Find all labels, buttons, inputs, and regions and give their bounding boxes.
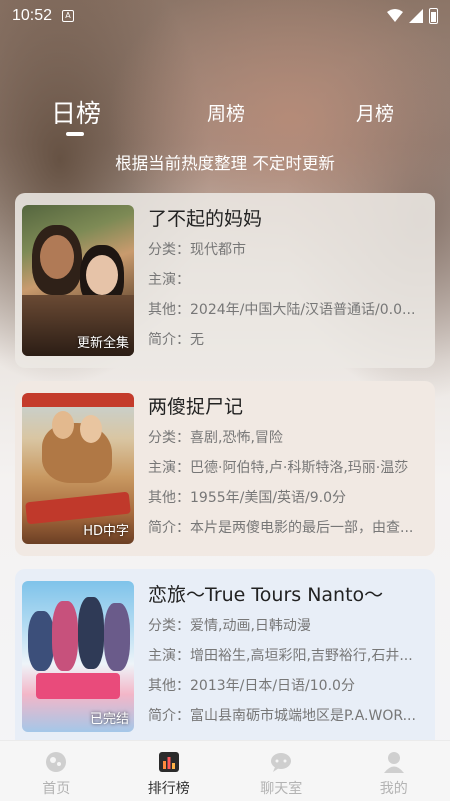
item-intro: 简介：富山县南砺市城端地区是P.A.WOR... xyxy=(148,708,416,724)
notification-icon: A xyxy=(62,10,75,22)
signal-icon xyxy=(409,9,423,23)
nav-profile-label: 我的 xyxy=(379,781,408,797)
poster-face xyxy=(52,411,74,439)
status-bar: 10:52 A xyxy=(0,0,450,32)
wifi-icon xyxy=(387,9,403,22)
poster-character xyxy=(52,601,78,671)
poster-face xyxy=(80,415,102,443)
poster-banner xyxy=(22,393,134,407)
item-other: 其他：2013年/日本/日语/10.0分 xyxy=(148,678,355,694)
nav-profile[interactable]: 我的 xyxy=(338,741,450,801)
poster-face xyxy=(40,235,74,279)
item-category: 分类：爱情,动画,日韩动漫 xyxy=(148,618,311,634)
item-cast: 主演：巴德·阿伯特,卢·科斯特洛,玛丽·温莎 xyxy=(148,460,409,476)
poster-character xyxy=(104,603,130,671)
bottom-nav: 首页 排行榜 聊天室 我的 xyxy=(0,740,450,801)
item-cast: 主演： xyxy=(148,272,190,288)
item-category: 分类：喜剧,恐怖,冒险 xyxy=(148,430,283,446)
quality-badge: HD中字 xyxy=(83,524,129,539)
item-other: 其他：2024年/中国大陆/汉语普通话/0.0... xyxy=(148,302,416,318)
profile-icon xyxy=(383,752,404,773)
poster-image[interactable]: 更新全集 xyxy=(22,205,134,356)
item-title[interactable]: 了不起的妈妈 xyxy=(148,206,428,232)
item-category: 分类：现代都市 xyxy=(148,242,246,258)
nav-ranking[interactable]: 排行榜 xyxy=(113,741,226,801)
status-badge: 已完结 xyxy=(89,712,129,727)
tab-indicator xyxy=(66,132,84,136)
battery-icon xyxy=(429,8,438,24)
chat-icon xyxy=(271,753,292,772)
list-item[interactable]: HD中字 两傻捉尸记 分类：喜剧,恐怖,冒险 主演：巴德·阿伯特,卢·科斯特洛,… xyxy=(15,381,435,556)
item-info: 两傻捉尸记 分类：喜剧,恐怖,冒险 主演：巴德·阿伯特,卢·科斯特洛,玛丽·温莎… xyxy=(148,394,428,540)
item-title[interactable]: 两傻捉尸记 xyxy=(148,394,428,420)
nav-chat[interactable]: 聊天室 xyxy=(225,741,338,801)
home-icon xyxy=(46,752,67,772)
ranking-subtitle: 根据当前热度整理 不定时更新 xyxy=(115,154,335,173)
poster-date-banner xyxy=(36,673,120,699)
list-item[interactable]: 已完结 恋旅～True Tours Nanto～ 分类：爱情,动画,日韩动漫 主… xyxy=(15,569,435,749)
poster-character xyxy=(28,611,54,671)
nav-ranking-label: 排行榜 xyxy=(147,781,190,797)
update-badge: 更新全集 xyxy=(76,336,129,351)
nav-home[interactable]: 首页 xyxy=(0,741,113,801)
item-intro: 简介：无 xyxy=(148,332,204,348)
item-info: 了不起的妈妈 分类：现代都市 主演： 其他：2024年/中国大陆/汉语普通话/0… xyxy=(148,206,428,352)
nav-chat-label: 聊天室 xyxy=(260,781,303,797)
item-info: 恋旅～True Tours Nanto～ 分类：爱情,动画,日韩动漫 主演：增田… xyxy=(148,582,428,728)
poster-image[interactable]: HD中字 xyxy=(22,393,134,544)
tab-monthly[interactable]: 月榜 xyxy=(347,99,403,126)
poster-face xyxy=(86,255,118,295)
poster-image[interactable]: 已完结 xyxy=(22,581,134,732)
ranking-tabs: 日榜 周榜 月榜 xyxy=(0,88,450,138)
item-cast: 主演：增田裕生,高垣彩阳,吉野裕行,石井... xyxy=(148,648,413,664)
ranking-icon xyxy=(158,752,179,772)
tab-daily[interactable]: 日榜 xyxy=(48,94,104,130)
tab-weekly[interactable]: 周榜 xyxy=(198,99,254,126)
item-intro: 简介：本片是两傻电影的最后一部，由查... xyxy=(148,520,414,536)
item-other: 其他：1955年/美国/英语/9.0分 xyxy=(148,490,347,506)
list-item[interactable]: 更新全集 了不起的妈妈 分类：现代都市 主演： 其他：2024年/中国大陆/汉语… xyxy=(15,193,435,368)
poster-character xyxy=(78,597,104,669)
nav-home-label: 首页 xyxy=(42,781,71,797)
status-time: 10:52 xyxy=(12,7,53,24)
item-title[interactable]: 恋旅～True Tours Nanto～ xyxy=(148,582,428,608)
